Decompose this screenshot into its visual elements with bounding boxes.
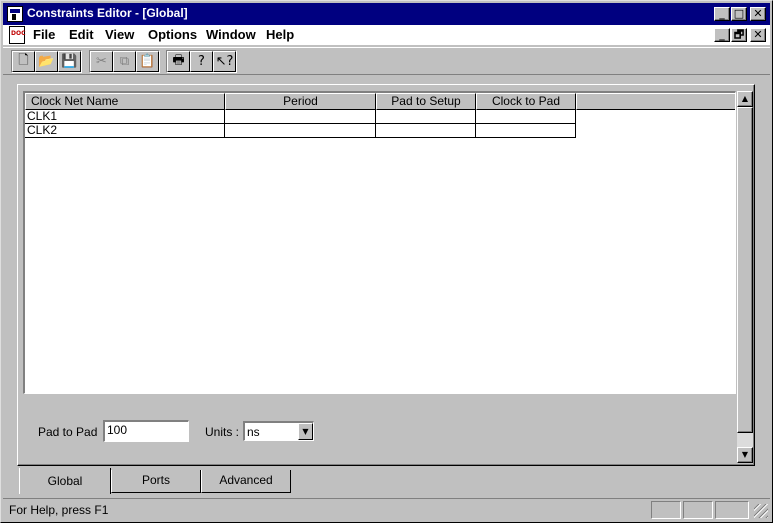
maximize-button[interactable]: □ <box>731 7 747 21</box>
global-tab-panel: Clock Net Name Period Pad to Setup Clock… <box>17 84 755 466</box>
menu-bar: DOC File Edit View Options Window Help _… <box>3 25 770 45</box>
vertical-scrollbar[interactable]: ▲ ▼ <box>737 91 753 463</box>
tab-advanced[interactable]: Advanced <box>201 470 291 493</box>
column-header-clock-to-pad[interactable]: Clock to Pad <box>476 93 576 110</box>
toolbar-clipboard-group: ✂ ⧉ 📋 <box>89 50 160 73</box>
clock-net-grid[interactable]: Clock Net Name Period Pad to Setup Clock… <box>23 91 736 394</box>
document-icon[interactable]: DOC <box>9 26 25 44</box>
open-icon[interactable]: 📂 <box>35 51 58 72</box>
toolbar: 🗋 📂 💾 ✂ ⧉ 📋 🖶 ? ↖? <box>3 47 770 75</box>
cell-period[interactable] <box>225 124 376 138</box>
new-icon[interactable]: 🗋 <box>12 51 35 72</box>
cell-pad-to-setup[interactable] <box>376 124 476 138</box>
cell-period[interactable] <box>225 110 376 124</box>
status-text: For Help, press F1 <box>9 503 109 517</box>
minimize-button[interactable]: _ <box>714 7 730 21</box>
column-header-clock-net-name[interactable]: Clock Net Name <box>25 93 225 110</box>
cell-clock-to-pad[interactable] <box>476 124 576 138</box>
units-select[interactable]: ns ▼ <box>243 421 314 441</box>
menu-view[interactable]: View <box>105 27 134 42</box>
status-pane-2 <box>683 501 713 519</box>
column-header-period[interactable]: Period <box>225 93 376 110</box>
document-icon-label: DOC <box>11 30 26 37</box>
scroll-up-arrow-icon[interactable]: ▲ <box>737 91 753 107</box>
menu-window[interactable]: Window <box>206 27 256 42</box>
paste-icon[interactable]: 📋 <box>136 51 159 72</box>
cut-icon[interactable]: ✂ <box>90 51 113 72</box>
grid-header: Clock Net Name Period Pad to Setup Clock… <box>25 93 735 110</box>
menu-file[interactable]: File <box>33 27 55 42</box>
tab-ports[interactable]: Ports <box>111 470 201 493</box>
cell-clock-to-pad[interactable] <box>476 110 576 124</box>
table-row[interactable]: CLK2 <box>25 124 576 138</box>
app-icon[interactable] <box>7 6 23 22</box>
context-help-icon[interactable]: ↖? <box>213 51 236 72</box>
scroll-down-arrow-icon[interactable]: ▼ <box>737 447 753 463</box>
units-label: Units : <box>205 425 240 439</box>
child-restore-button[interactable]: 🗗 <box>731 28 747 42</box>
close-button[interactable]: ✕ <box>750 7 766 21</box>
window-title: Constraints Editor - [Global] <box>27 6 188 20</box>
toolbar-help-group: 🖶 ? ↖? <box>166 50 237 73</box>
resize-grip-icon[interactable] <box>754 504 768 518</box>
column-header-filler <box>576 93 735 110</box>
chevron-down-icon[interactable]: ▼ <box>298 423 313 440</box>
save-icon[interactable]: 💾 <box>58 51 81 72</box>
tab-global[interactable]: Global <box>19 468 111 494</box>
status-pane-1 <box>651 501 681 519</box>
print-icon[interactable]: 🖶 <box>167 51 190 72</box>
status-bar: For Help, press F1 <box>3 498 770 520</box>
units-selected-value: ns <box>247 425 260 439</box>
copy-icon[interactable]: ⧉ <box>113 51 136 72</box>
child-minimize-button[interactable]: _ <box>714 28 730 42</box>
menu-edit[interactable]: Edit <box>69 27 94 42</box>
pad-to-pad-input[interactable]: 100 <box>103 420 189 442</box>
toolbar-file-group: 🗋 📂 💾 <box>11 50 82 73</box>
child-close-button[interactable]: ✕ <box>750 28 766 42</box>
table-row[interactable]: CLK1 <box>25 110 576 124</box>
menu-help[interactable]: Help <box>266 27 294 42</box>
status-pane-3 <box>715 501 749 519</box>
cell-clock-net-name[interactable]: CLK1 <box>25 110 225 124</box>
column-header-pad-to-setup[interactable]: Pad to Setup <box>376 93 476 110</box>
title-bar[interactable]: Constraints Editor - [Global] _ □ ✕ <box>3 3 770 25</box>
scroll-thumb[interactable] <box>737 107 753 433</box>
cell-pad-to-setup[interactable] <box>376 110 476 124</box>
pad-to-pad-label: Pad to Pad <box>38 425 98 439</box>
cell-clock-net-name[interactable]: CLK2 <box>25 124 225 138</box>
menu-options[interactable]: Options <box>148 27 197 42</box>
application-window: Constraints Editor - [Global] _ □ ✕ DOC … <box>0 0 773 523</box>
help-icon[interactable]: ? <box>190 51 213 72</box>
